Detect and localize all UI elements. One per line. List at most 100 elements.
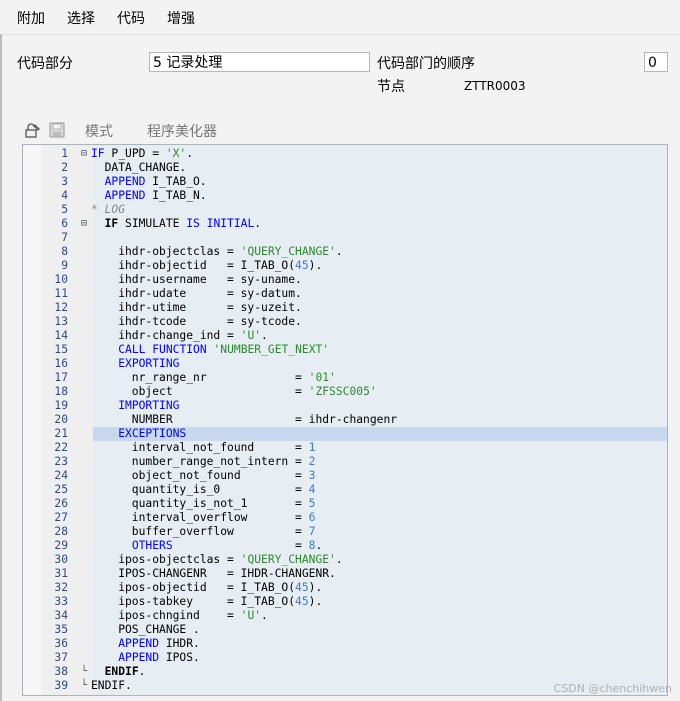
code-line[interactable]: 18 object = 'ZFSSC005' bbox=[23, 385, 667, 399]
menu-item-select[interactable]: 选择 bbox=[67, 8, 95, 28]
pretty-printer-button[interactable]: 程序美化器 bbox=[147, 121, 217, 141]
code-line[interactable]: 33 ipos-tabkey = I_TAB_O(45). bbox=[23, 595, 667, 609]
line-number: 33 bbox=[54, 595, 68, 608]
line-number: 14 bbox=[54, 329, 68, 342]
code-line[interactable]: 2 DATA_CHANGE. bbox=[23, 161, 667, 175]
line-number: 21 bbox=[54, 427, 68, 440]
code-text: IF SIMULATE IS INITIAL. bbox=[104, 217, 262, 230]
code-line[interactable]: 11 ihdr-udate = sy-datum. bbox=[23, 287, 667, 301]
code-line[interactable]: 1 ⊟ IF P_UPD = 'X'. bbox=[23, 147, 667, 161]
code-text: ipos-objectid = I_TAB_O(45). bbox=[91, 581, 323, 594]
code-text: ENDIF. bbox=[91, 679, 132, 692]
menu-item-enhancement[interactable]: 增强 bbox=[167, 8, 195, 28]
fold-toggle-icon[interactable]: ⊟ bbox=[81, 147, 90, 161]
line-number: 30 bbox=[54, 553, 68, 566]
line-number: 20 bbox=[54, 413, 68, 426]
code-text: EXPORTING bbox=[118, 357, 180, 370]
code-line[interactable]: 7 bbox=[23, 231, 667, 245]
abap-code-editor[interactable]: 1 ⊟ IF P_UPD = 'X'. 2 DATA_CHANGE. 3 APPEND … bbox=[22, 144, 668, 696]
line-number: 13 bbox=[54, 315, 68, 328]
code-text: interval_not_found = 1 bbox=[91, 441, 316, 454]
code-line[interactable]: 13 ihdr-tcode = sy-tcode. bbox=[23, 315, 667, 329]
line-number: 34 bbox=[54, 609, 68, 622]
order-label: 代码部门的顺序 bbox=[377, 56, 475, 72]
menu-item-code[interactable]: 代码 bbox=[117, 8, 145, 28]
node-label: 节点 bbox=[377, 79, 405, 95]
code-line[interactable]: 16 EXPORTING bbox=[23, 357, 667, 371]
code-line[interactable]: 21 EXCEPTIONS bbox=[23, 427, 667, 441]
fold-toggle-icon[interactable]: ⊟ bbox=[81, 217, 90, 231]
display-change-icon[interactable] bbox=[24, 121, 42, 143]
line-number: 1 bbox=[61, 147, 68, 160]
code-text: IPOS-CHANGENR = IHDR-CHANGENR. bbox=[91, 567, 336, 580]
line-number: 6 bbox=[61, 217, 68, 230]
code-text: quantity_is_0 = 4 bbox=[91, 483, 316, 496]
left-border bbox=[0, 34, 2, 701]
code-line[interactable]: 31 IPOS-CHANGENR = IHDR-CHANGENR. bbox=[23, 567, 667, 581]
code-text: interval_overflow = 6 bbox=[91, 511, 316, 524]
code-line[interactable]: 38 └ ENDIF. bbox=[23, 665, 667, 679]
code-line[interactable]: 22 interval_not_found = 1 bbox=[23, 441, 667, 455]
code-line[interactable]: 35 POS_CHANGE . bbox=[23, 623, 667, 637]
code-text: nr_range_nr = '01' bbox=[91, 371, 336, 384]
code-line[interactable]: 3 APPEND I_TAB_O. bbox=[23, 175, 667, 189]
code-line[interactable]: 26 quantity_is_not_1 = 5 bbox=[23, 497, 667, 511]
mode-button[interactable]: 模式 bbox=[85, 121, 113, 141]
code-text: ihdr-tcode = sy-tcode. bbox=[91, 315, 302, 328]
code-line[interactable]: 30 ipos-objectclas = 'QUERY_CHANGE'. bbox=[23, 553, 667, 567]
code-line[interactable]: 4 APPEND I_TAB_N. bbox=[23, 189, 667, 203]
code-line[interactable]: 15 CALL FUNCTION 'NUMBER_GET_NEXT' bbox=[23, 343, 667, 357]
line-number: 17 bbox=[54, 371, 68, 384]
code-line[interactable]: 8 ihdr-objectclas = 'QUERY_CHANGE'. bbox=[23, 245, 667, 259]
code-line[interactable]: 5 * LOG bbox=[23, 203, 667, 217]
code-line[interactable]: 17 nr_range_nr = '01' bbox=[23, 371, 667, 385]
menu-divider bbox=[0, 34, 680, 35]
save-icon[interactable] bbox=[48, 121, 66, 143]
code-text: POS_CHANGE . bbox=[91, 623, 200, 636]
code-line[interactable]: 36 APPEND IHDR. bbox=[23, 637, 667, 651]
line-number: 31 bbox=[54, 567, 68, 580]
order-field[interactable]: 0 bbox=[644, 52, 668, 72]
code-text: APPEND IPOS. bbox=[118, 651, 200, 664]
code-text: ihdr-udate = sy-datum. bbox=[91, 287, 302, 300]
code-line[interactable]: 28 buffer_overflow = 7 bbox=[23, 525, 667, 539]
line-number: 8 bbox=[61, 245, 68, 258]
code-line[interactable]: 14 ihdr-change_ind = 'U'. bbox=[23, 329, 667, 343]
menu-bar: 附加 选择 代码 增强 bbox=[0, 0, 680, 34]
code-text: IF P_UPD = 'X'. bbox=[91, 147, 194, 160]
code-text: object = 'ZFSSC005' bbox=[91, 385, 377, 398]
code-line[interactable]: 20 NUMBER = ihdr-changenr bbox=[23, 413, 667, 427]
line-number: 10 bbox=[54, 273, 68, 286]
code-line[interactable]: 6 ⊟ IF SIMULATE IS INITIAL. bbox=[23, 217, 667, 231]
line-number: 2 bbox=[61, 161, 68, 174]
line-number: 5 bbox=[61, 203, 68, 216]
line-number: 37 bbox=[54, 651, 68, 664]
code-line[interactable]: 23 number_range_not_intern = 2 bbox=[23, 455, 667, 469]
line-number: 9 bbox=[61, 259, 68, 272]
code-text: ihdr-objectid = I_TAB_O(45). bbox=[91, 259, 323, 272]
code-line[interactable]: 29 OTHERS = 8. bbox=[23, 539, 667, 553]
code-line[interactable]: 32 ipos-objectid = I_TAB_O(45). bbox=[23, 581, 667, 595]
code-line[interactable]: 27 interval_overflow = 6 bbox=[23, 511, 667, 525]
code-text: ENDIF. bbox=[104, 665, 146, 678]
code-text: buffer_overflow = 7 bbox=[91, 525, 316, 538]
code-line[interactable]: 37 APPEND IPOS. bbox=[23, 651, 667, 665]
code-line[interactable]: 10 ihdr-username = sy-uname. bbox=[23, 273, 667, 287]
code-line[interactable]: 9 ihdr-objectid = I_TAB_O(45). bbox=[23, 259, 667, 273]
line-number: 18 bbox=[54, 385, 68, 398]
code-part-field[interactable]: 5 记录处理 bbox=[149, 52, 370, 72]
line-number: 35 bbox=[54, 623, 68, 636]
code-line[interactable]: 19 IMPORTING bbox=[23, 399, 667, 413]
code-line[interactable]: 25 quantity_is_0 = 4 bbox=[23, 483, 667, 497]
menu-item-extras[interactable]: 附加 bbox=[17, 8, 45, 28]
line-number: 39 bbox=[54, 679, 68, 692]
node-value: ZTTR0003 bbox=[464, 79, 526, 93]
code-line[interactable]: 24 object_not_found = 3 bbox=[23, 469, 667, 483]
code-line[interactable]: 34 ipos-chngind = 'U'. bbox=[23, 609, 667, 623]
code-text: ihdr-change_ind = 'U'. bbox=[91, 329, 268, 342]
fold-guide-icon: └ bbox=[81, 680, 88, 691]
line-number: 29 bbox=[54, 539, 68, 552]
code-line[interactable]: 12 ihdr-utime = sy-uzeit. bbox=[23, 301, 667, 315]
code-text: NUMBER = ihdr-changenr bbox=[91, 413, 398, 426]
code-text: OTHERS = 8. bbox=[131, 539, 323, 552]
